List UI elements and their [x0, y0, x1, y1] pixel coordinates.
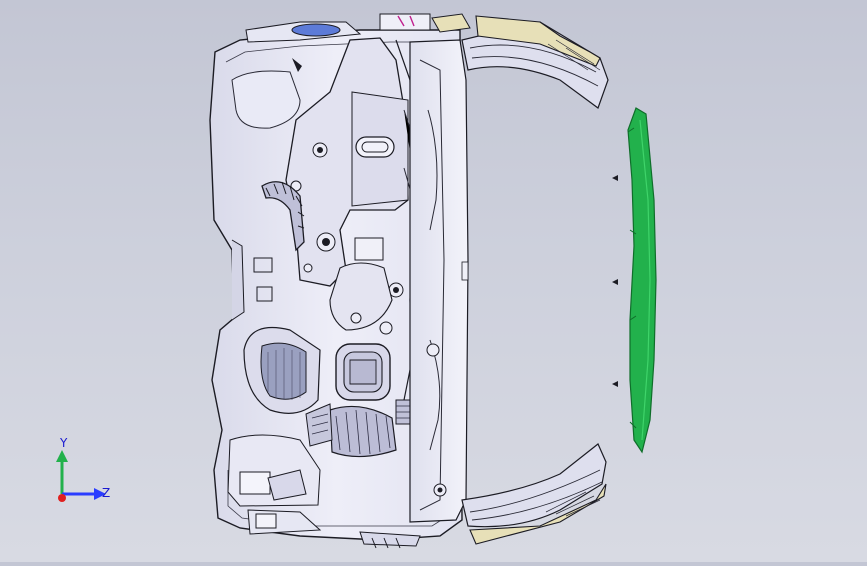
- y-axis-label: Y: [60, 436, 68, 450]
- selected-glass-part[interactable]: [627, 107, 657, 454]
- x-axis-dot-icon: [58, 494, 66, 502]
- upper-glass-channel[interactable]: [461, 15, 609, 109]
- direction-markers: [612, 175, 618, 387]
- window-frame[interactable]: [409, 39, 469, 523]
- triad-svg: [56, 450, 106, 502]
- lower-glass-channel[interactable]: [461, 443, 607, 545]
- model-view-svg[interactable]: [0, 0, 867, 562]
- y-axis-arrow-icon: [56, 450, 68, 462]
- orientation-triad[interactable]: Y Z: [44, 436, 124, 516]
- z-axis-label: Z: [102, 486, 111, 500]
- cad-graphics-area[interactable]: [0, 0, 867, 562]
